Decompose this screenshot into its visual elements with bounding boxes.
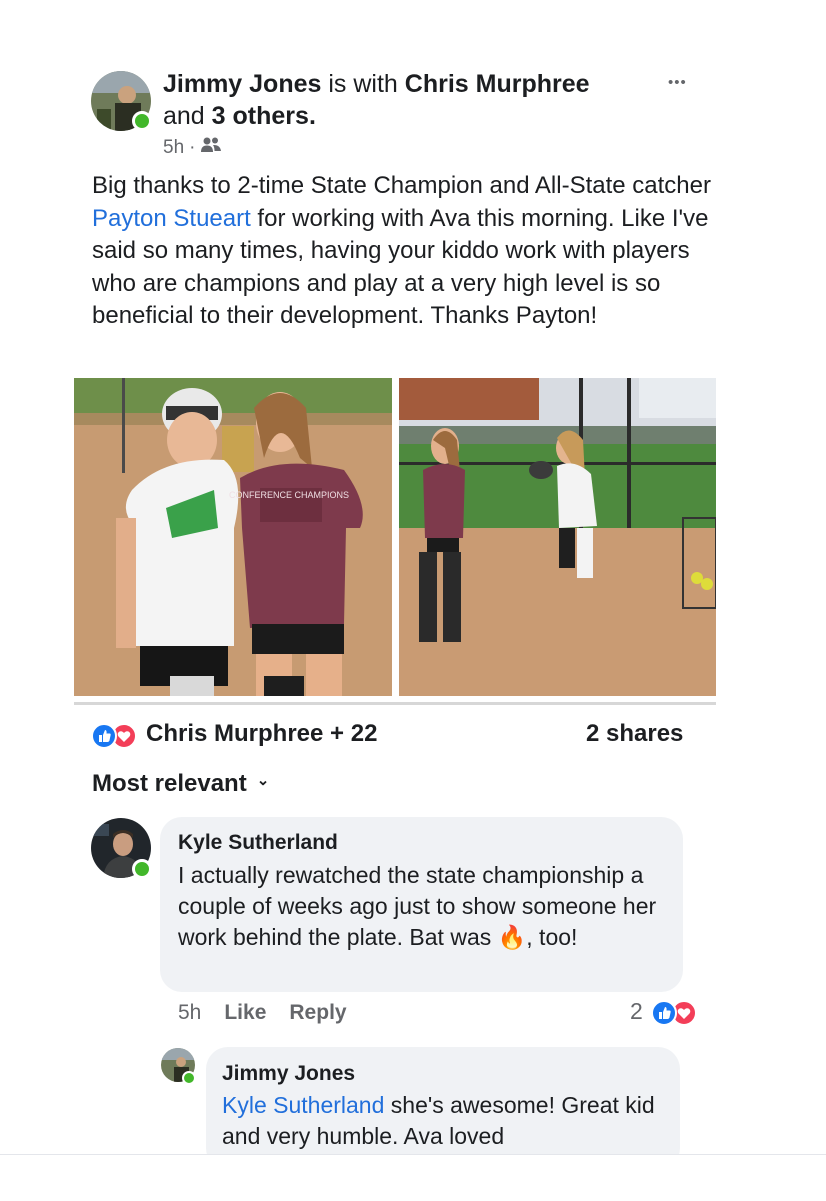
comment-like-button[interactable]: Like [224,1001,266,1025]
tagged-name[interactable]: Chris Murphree [405,70,590,98]
reply-text: Kyle Sutherland she's awesome! Great kid… [222,1092,655,1149]
comment-bubble: Kyle Sutherland I actually rewatched the… [160,817,683,992]
others-link[interactable]: 3 others [212,102,309,130]
comment-time[interactable]: 5h [178,1001,201,1025]
post-header: Jimmy Jones is with Chris Murphree and 3… [163,70,590,130]
comment-sort[interactable]: Most relevant ⌄ [92,770,269,798]
sort-label: Most relevant [92,770,247,797]
comment-reaction-count[interactable]: 2 [630,998,643,1025]
online-indicator [132,111,152,131]
online-indicator [182,1071,196,1085]
shares-count[interactable]: 2 shares [586,720,683,748]
comment-text: I actually rewatched the state champions… [178,862,657,950]
online-indicator [132,859,152,879]
comment-author[interactable]: Kyle Sutherland [178,831,338,855]
friends-icon [200,136,222,160]
post-time[interactable]: 5h [163,137,184,159]
comment-actions: 5h Like Reply [178,1001,347,1025]
fire-emoji-icon: 🔥 [497,924,527,950]
comment-reply-button[interactable]: Reply [289,1001,346,1025]
reaction-summary[interactable]: Chris Murphree + 22 [146,720,377,748]
like-reaction-icon [91,723,117,749]
author-name[interactable]: Jimmy Jones [163,70,321,98]
like-reaction-icon [651,1000,677,1026]
mention-kyle[interactable]: Kyle Sutherland [222,1092,384,1118]
mention-payton[interactable]: Payton Stueart [92,205,251,232]
reply-author[interactable]: Jimmy Jones [222,1062,355,1086]
post-meta: 5h · [163,136,222,160]
post-text: Big thanks to 2-time State Champion and … [92,172,711,329]
bottom-fade [0,1154,826,1201]
chevron-down-icon: ⌄ [256,772,270,789]
more-options-icon[interactable]: ••• [668,74,687,91]
photo-strip-divider [74,702,716,705]
photo-right[interactable] [399,378,716,696]
photo-left[interactable]: CONFERENCE CHAMPIONS [74,378,392,696]
shirt-text: CONFERENCE CHAMPIONS [229,490,349,500]
reply-bubble: Jimmy Jones Kyle Sutherland she's awesom… [206,1047,680,1170]
